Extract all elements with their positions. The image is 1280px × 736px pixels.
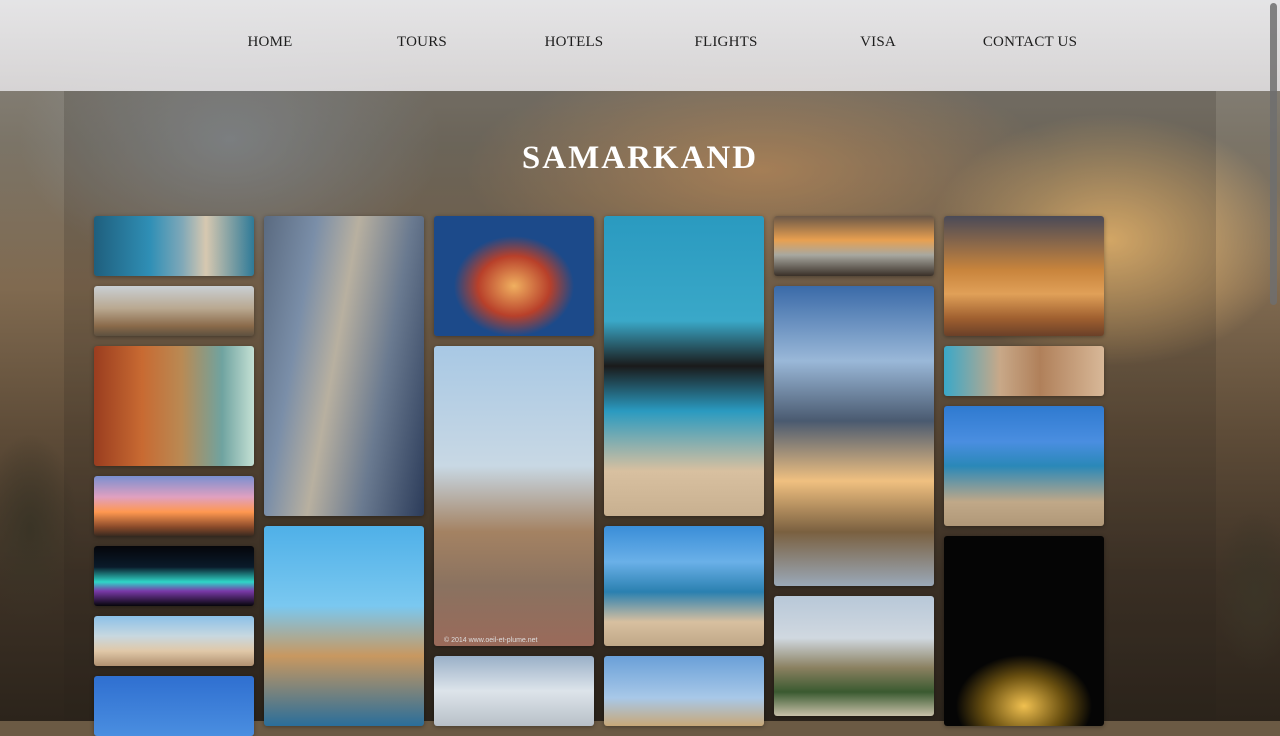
gallery-photo[interactable] (944, 346, 1104, 396)
nav-flights-link[interactable]: FLIGHTS (694, 34, 757, 51)
gallery-photo[interactable] (944, 536, 1104, 726)
gallery-photo[interactable] (94, 546, 254, 606)
background-tree-right (1215, 470, 1280, 721)
gallery-photo[interactable] (94, 346, 254, 466)
gallery-photo[interactable] (94, 286, 254, 336)
gallery-photo[interactable] (604, 216, 764, 516)
gallery-photo[interactable] (944, 216, 1104, 336)
gallery-photo[interactable] (604, 656, 764, 726)
gallery-photo[interactable] (94, 476, 254, 536)
gallery-photo[interactable] (434, 216, 594, 336)
gallery-photo[interactable] (94, 616, 254, 666)
gallery-photo[interactable] (604, 526, 764, 646)
gallery-photo[interactable] (434, 656, 594, 726)
nav-visa-link[interactable]: VISA (860, 34, 896, 51)
gallery-photo[interactable] (774, 216, 934, 276)
gallery-photo[interactable] (264, 526, 424, 726)
nav-contact-us-link[interactable]: CONTACT US (983, 34, 1077, 51)
nav-home-link[interactable]: HOME (248, 34, 293, 51)
nav-tours-link[interactable]: TOURS (397, 34, 447, 51)
photo-watermark: © 2014 www.oeil-et-plume.net (444, 637, 538, 644)
gallery-photo[interactable] (94, 676, 254, 736)
gallery-photo[interactable] (94, 216, 254, 276)
top-navigation: HOME TOURS HOTELS FLIGHTS VISA CONTACT U… (0, 0, 1280, 91)
page-title: SAMARKAND (521, 140, 759, 177)
gallery-photo[interactable] (944, 406, 1104, 526)
gallery-photo[interactable]: © 2014 www.oeil-et-plume.net (434, 346, 594, 646)
gallery-photo[interactable] (774, 286, 934, 586)
page-scrollbar[interactable] (1270, 3, 1277, 305)
gallery-photo[interactable] (774, 596, 934, 716)
nav-hotels-link[interactable]: HOTELS (545, 34, 604, 51)
gallery-photo[interactable] (264, 216, 424, 516)
